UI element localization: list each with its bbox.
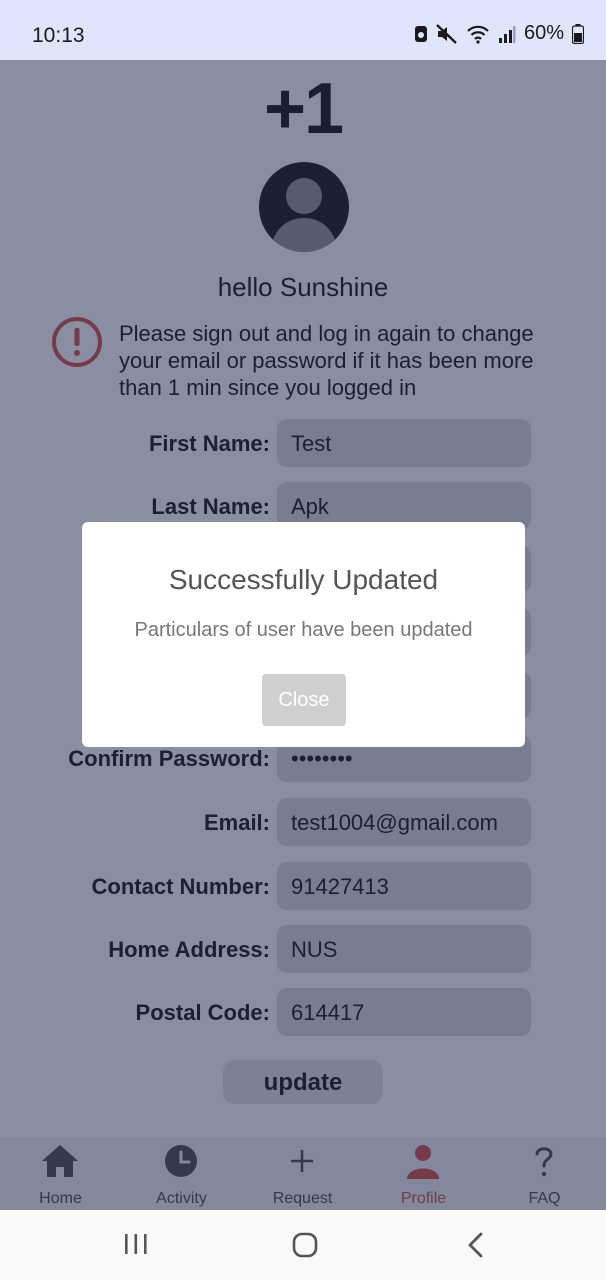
close-button[interactable]: Close	[262, 674, 346, 726]
back-icon[interactable]	[462, 1231, 490, 1259]
status-time: 10:13	[32, 24, 85, 47]
wifi-icon	[467, 25, 489, 44]
success-dialog: Successfully Updated Particulars of user…	[82, 522, 525, 747]
notification-icon	[414, 25, 427, 42]
signal-icon	[498, 25, 516, 43]
battery-percent: 60%	[523, 22, 564, 44]
mute-icon	[436, 23, 457, 44]
home-circle-icon[interactable]	[290, 1231, 320, 1259]
dialog-message: Particulars of user have been updated	[134, 619, 473, 641]
system-nav-bar	[0, 1210, 606, 1280]
battery-icon	[572, 23, 584, 44]
dialog-title: Successfully Updated	[168, 564, 439, 595]
status-bar: 10:13 60%	[0, 0, 606, 60]
status-icons: 60%	[414, 22, 584, 45]
recents-icon[interactable]	[120, 1232, 152, 1258]
